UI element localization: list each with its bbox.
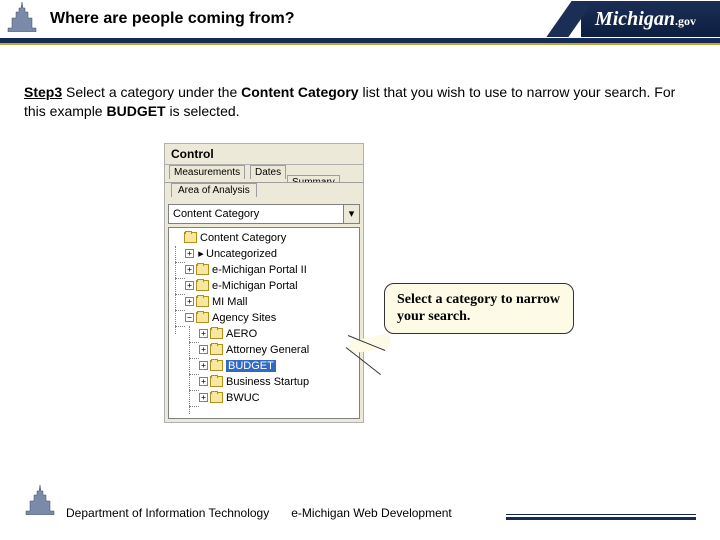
panel-title: Control bbox=[165, 144, 363, 165]
footer-text: Department of Information Technologye-Mi… bbox=[66, 506, 452, 520]
page-title: Where are people coming from? bbox=[50, 10, 294, 28]
footer-rule bbox=[506, 514, 696, 520]
step-instruction: Step3 Select a category under the Conten… bbox=[24, 83, 696, 121]
expand-icon[interactable]: + bbox=[199, 329, 208, 338]
callout-connector bbox=[354, 329, 390, 349]
expand-icon[interactable]: + bbox=[199, 345, 208, 354]
expand-icon[interactable]: + bbox=[185, 297, 194, 306]
tree-item[interactable]: +e-Michigan Portal II bbox=[171, 262, 357, 278]
michigan-logo: Michigan.gov bbox=[595, 8, 696, 31]
folder-icon bbox=[210, 392, 223, 403]
folder-icon bbox=[210, 328, 223, 339]
expand-icon[interactable]: + bbox=[199, 393, 208, 402]
embedded-screenshot: Control Measurements Dates SummaryFilter… bbox=[164, 143, 384, 423]
expand-icon[interactable]: + bbox=[199, 377, 208, 386]
capitol-icon bbox=[24, 485, 56, 520]
tree-child[interactable]: +BWUC bbox=[171, 390, 357, 406]
tree-child[interactable]: +Business Startup bbox=[171, 374, 357, 390]
michigan-badge: Michigan.gov bbox=[581, 1, 720, 37]
expand-icon[interactable]: + bbox=[185, 265, 194, 274]
expand-icon[interactable]: + bbox=[185, 281, 194, 290]
category-tree[interactable]: Content Category +▸Uncategorized +e-Mich… bbox=[168, 227, 360, 419]
expand-icon[interactable]: + bbox=[199, 361, 208, 370]
collapse-icon[interactable]: − bbox=[185, 313, 194, 322]
callout-box: Select a category to narrow your search. bbox=[384, 283, 574, 335]
tab-area-of-analysis[interactable]: Area of Analysis bbox=[171, 183, 257, 197]
tree-item[interactable]: +e-Michigan Portal bbox=[171, 278, 357, 294]
tab-bar: Measurements Dates SummaryFilters Area o… bbox=[165, 165, 363, 201]
tree-item[interactable]: +▸Uncategorized bbox=[171, 246, 357, 262]
folder-icon bbox=[210, 344, 223, 355]
folder-icon bbox=[184, 232, 197, 243]
tree-item[interactable]: +MI Mall bbox=[171, 294, 357, 310]
folder-icon bbox=[210, 360, 223, 371]
tree-item-agency[interactable]: −Agency Sites bbox=[171, 310, 357, 326]
tree-child-selected[interactable]: +BUDGET bbox=[171, 358, 357, 374]
tree-child[interactable]: +AERO bbox=[171, 326, 357, 342]
folder-icon bbox=[196, 280, 209, 291]
slide-footer: Department of Information Technologye-Mi… bbox=[0, 485, 720, 520]
folder-icon bbox=[210, 376, 223, 387]
control-panel: Control Measurements Dates SummaryFilter… bbox=[164, 143, 364, 423]
dropdown-value: Content Category bbox=[169, 205, 343, 223]
slide-header: Where are people coming from? Michigan.g… bbox=[0, 0, 720, 38]
capitol-icon bbox=[6, 2, 38, 37]
folder-icon bbox=[196, 312, 209, 323]
folder-icon bbox=[196, 264, 209, 275]
tree-child[interactable]: +Attorney General bbox=[171, 342, 357, 358]
expand-icon[interactable]: + bbox=[185, 249, 194, 258]
tab-measurements[interactable]: Measurements bbox=[169, 165, 245, 179]
category-dropdown[interactable]: Content Category ▾ bbox=[168, 204, 360, 224]
folder-icon bbox=[196, 296, 209, 307]
chevron-down-icon[interactable]: ▾ bbox=[343, 205, 359, 223]
tree-root[interactable]: Content Category bbox=[171, 230, 357, 246]
tab-dates[interactable]: Dates bbox=[250, 165, 286, 179]
